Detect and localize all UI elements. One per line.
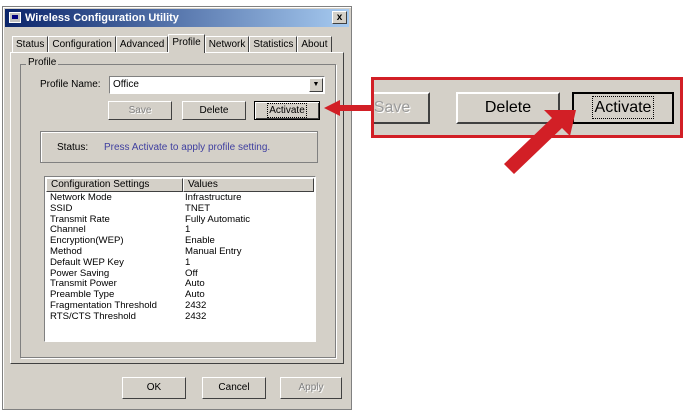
setting-name: Fragmentation Threshold <box>50 300 158 311</box>
setting-name: RTS/CTS Threshold <box>50 311 137 322</box>
delete-button[interactable]: Delete <box>182 101 246 120</box>
table-row[interactable]: Channel 1 <box>47 225 313 236</box>
tab-network[interactable]: Network <box>204 36 250 52</box>
ok-button[interactable]: OK <box>122 377 186 399</box>
table-row[interactable]: Preamble Type Auto <box>47 290 313 301</box>
setting-name: Transmit Power <box>50 279 117 290</box>
zoom-save-button: Save <box>374 92 430 124</box>
setting-name: Channel <box>50 225 86 236</box>
table-row[interactable]: SSID TNET <box>47 204 313 215</box>
table-row[interactable]: Transmit Power Auto <box>47 279 313 290</box>
callout-left-arrow <box>324 100 374 116</box>
zoom-activate-label: Activate <box>591 96 655 119</box>
setting-name: Network Mode <box>50 193 112 203</box>
tab-profile[interactable]: Profile <box>168 34 205 53</box>
setting-name: Transmit Rate <box>50 214 110 225</box>
setting-value: TNET <box>185 203 211 214</box>
setting-name: Encryption(WEP) <box>50 236 124 247</box>
profile-name-label: Profile Name: <box>40 79 101 90</box>
table-header: Configuration Settings Values <box>46 178 314 192</box>
setting-value: Infrastructure <box>185 193 242 203</box>
window-title: Wireless Configuration Utility <box>25 12 179 24</box>
column-header-settings[interactable]: Configuration Settings <box>46 178 183 192</box>
app-icon <box>9 12 21 23</box>
tab-statistics[interactable]: Statistics <box>249 36 298 52</box>
tab-configuration[interactable]: Configuration <box>48 36 116 52</box>
activate-button-label: Activate <box>267 103 307 118</box>
setting-value: Enable <box>185 236 215 247</box>
table-row[interactable]: Fragmentation Threshold 2432 <box>47 301 313 312</box>
setting-name: Power Saving <box>50 268 110 279</box>
cancel-button[interactable]: Cancel <box>202 377 266 399</box>
table-row[interactable]: RTS/CTS Threshold 2432 <box>47 312 313 323</box>
setting-value: 2432 <box>185 300 207 311</box>
apply-button[interactable]: Apply <box>280 377 342 399</box>
status-label: Status: <box>57 142 89 153</box>
profile-name-value: Office <box>113 79 139 90</box>
setting-value: 2432 <box>185 311 207 322</box>
tab-about[interactable]: About <box>297 36 332 52</box>
tab-strip: Status Configuration Advanced Profile Ne… <box>12 34 332 53</box>
tab-advanced[interactable]: Advanced <box>115 36 169 52</box>
table-row[interactable]: Default WEP Key 1 <box>47 258 313 269</box>
dropdown-arrow-icon[interactable]: ▼ <box>309 78 323 92</box>
pointer-arrow <box>504 110 576 174</box>
title-bar[interactable]: Wireless Configuration Utility x <box>5 9 349 27</box>
table-row[interactable]: Power Saving Off <box>47 269 313 280</box>
column-header-values[interactable]: Values <box>183 178 314 192</box>
activate-button[interactable]: Activate <box>254 101 320 120</box>
table-row[interactable]: Transmit Rate Fully Automatic <box>47 215 313 226</box>
profile-group-label: Profile <box>26 57 59 68</box>
close-button[interactable]: x <box>332 11 347 24</box>
setting-value: Off <box>185 268 198 279</box>
profile-name-combobox[interactable]: Office ▼ <box>109 76 325 94</box>
setting-name: Method <box>50 246 82 257</box>
tab-status[interactable]: Status <box>12 36 49 52</box>
setting-value: Auto <box>185 279 205 290</box>
setting-value: Manual Entry <box>185 246 242 257</box>
setting-name: Default WEP Key <box>50 257 124 268</box>
setting-value: Fully Automatic <box>185 214 251 225</box>
setting-value: 1 <box>185 257 191 268</box>
status-message: Press Activate to apply profile setting. <box>104 142 271 153</box>
setting-name: SSID <box>50 203 73 214</box>
save-button[interactable]: Save <box>108 101 172 120</box>
settings-table: Configuration Settings Values Network Mo… <box>44 176 316 342</box>
table-row[interactable]: Network Mode Infrastructure <box>47 193 313 204</box>
table-row[interactable]: Encryption(WEP) Enable <box>47 236 313 247</box>
table-body: Network Mode Infrastructure SSID TNET Transm… <box>47 193 313 323</box>
setting-value: Auto <box>185 290 205 301</box>
setting-value: 1 <box>185 225 191 236</box>
table-row[interactable]: Method Manual Entry <box>47 247 313 258</box>
setting-name: Preamble Type <box>50 290 115 301</box>
